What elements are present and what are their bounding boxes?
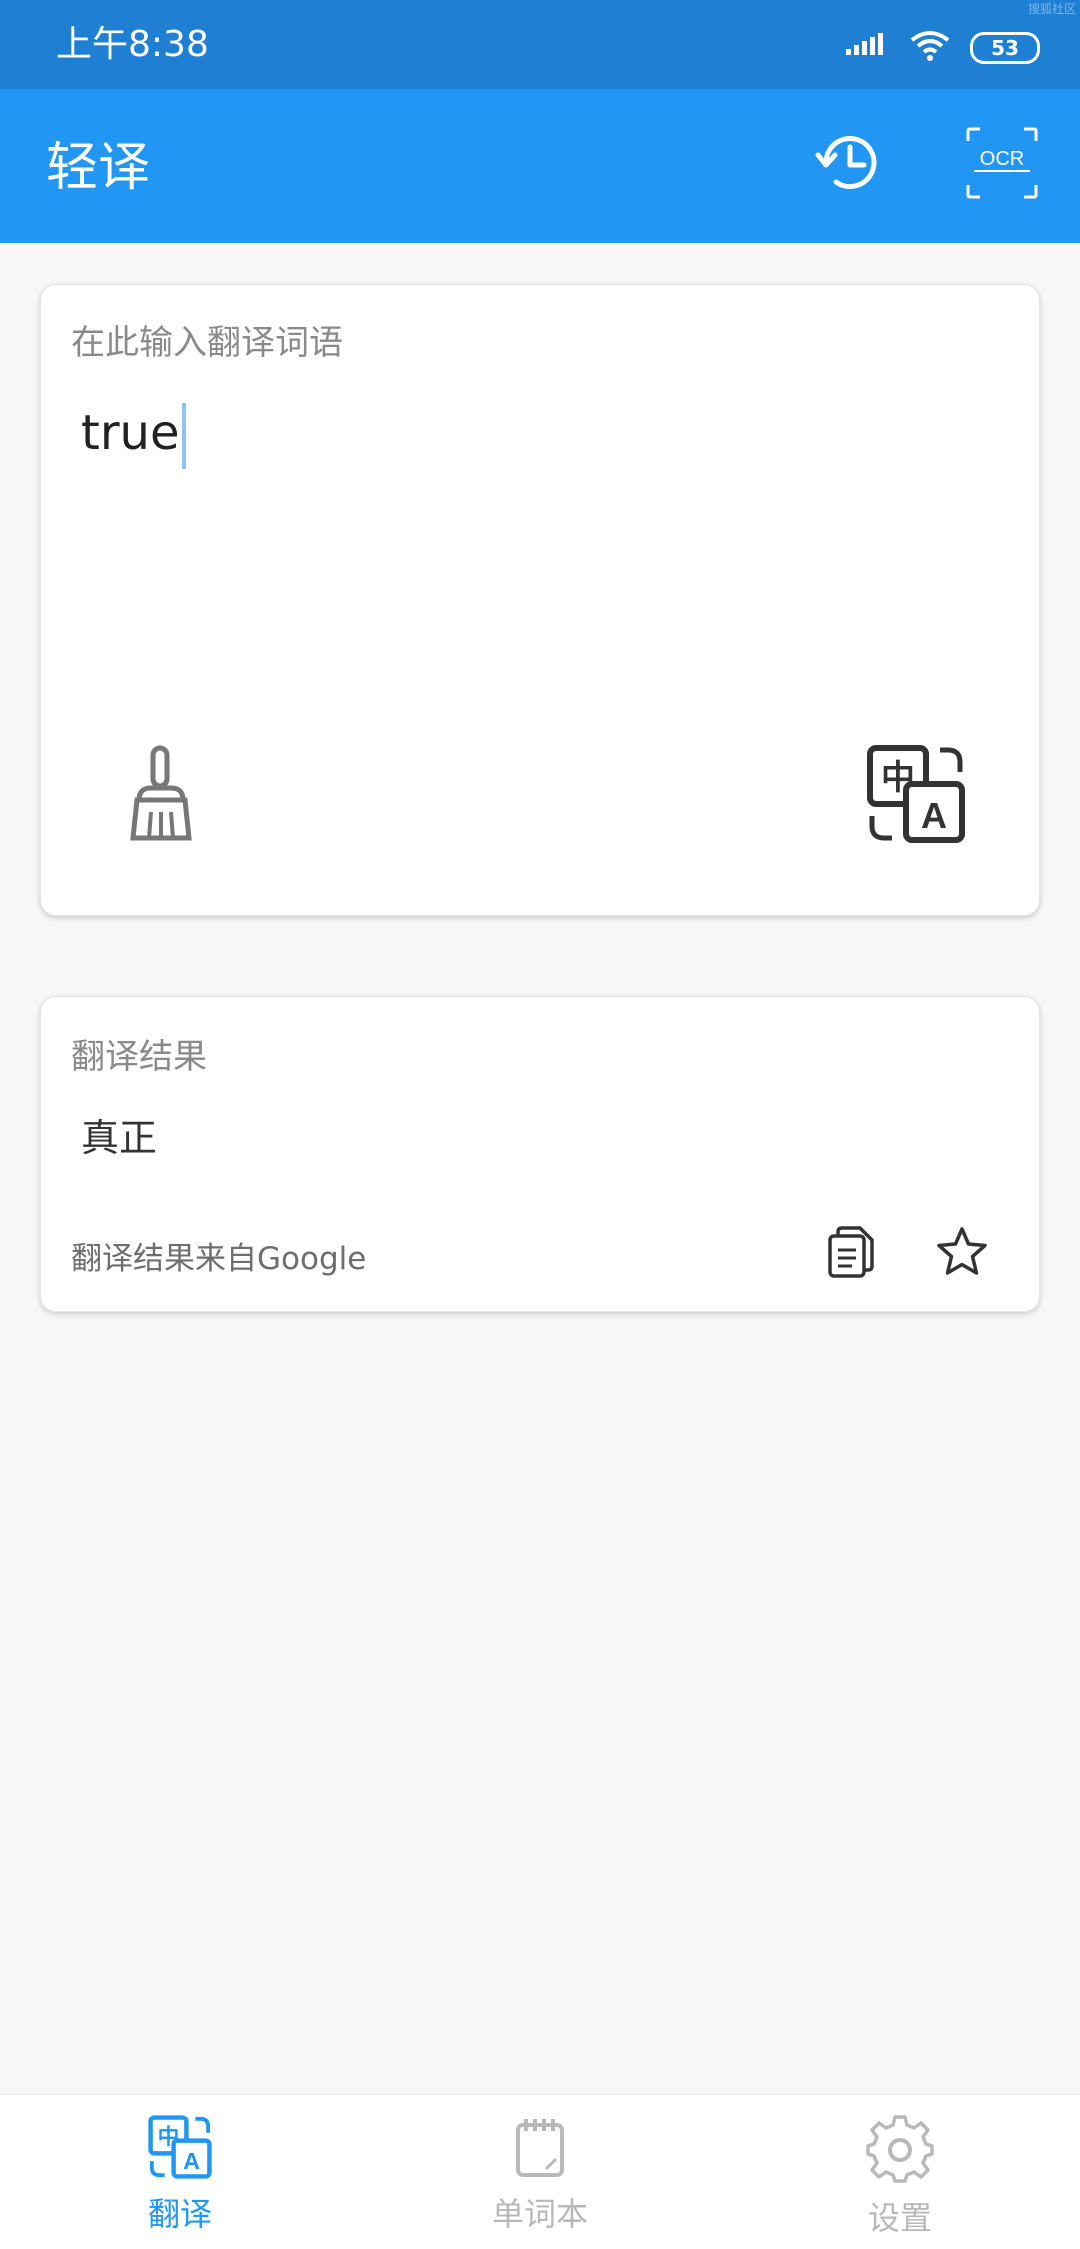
nav-item-notebook[interactable]: 单词本 bbox=[440, 2115, 640, 2245]
nav-item-translate[interactable]: 中 A 翻译 bbox=[80, 2115, 280, 2245]
input-card: 在此输入翻译词语 true 中 A bbox=[40, 284, 1040, 916]
input-placeholder-label: 在此输入翻译词语 bbox=[71, 323, 343, 363]
star-icon bbox=[935, 1225, 989, 1283]
signal-icon bbox=[846, 31, 890, 65]
result-source: 翻译结果来自Google bbox=[71, 1241, 367, 1277]
translate-input[interactable]: true bbox=[81, 403, 186, 469]
nav-label-notebook: 单词本 bbox=[491, 2195, 588, 2233]
status-time: 上午8:38 bbox=[56, 24, 209, 65]
translate-icon: 中 A bbox=[148, 2115, 212, 2183]
text-caret bbox=[181, 403, 186, 469]
nav-label-settings: 设置 bbox=[867, 2199, 932, 2237]
status-bar: 上午8:38 搜狐社区 53 bbox=[0, 0, 1080, 89]
app-title: 轻译 bbox=[46, 138, 151, 198]
bottom-nav: 中 A 翻译 单词本 设置 bbox=[0, 2094, 1080, 2249]
nav-item-settings[interactable]: 设置 bbox=[800, 2115, 1000, 2245]
svg-text:A: A bbox=[183, 2148, 200, 2174]
ocr-scan-icon: OCR bbox=[964, 125, 1040, 205]
ocr-button[interactable]: OCR bbox=[962, 125, 1042, 205]
svg-text:OCR: OCR bbox=[980, 148, 1024, 170]
copy-icon bbox=[824, 1224, 880, 1284]
translate-button[interactable]: 中 A bbox=[861, 741, 971, 851]
result-card: 翻译结果 真正 翻译结果来自Google bbox=[40, 996, 1040, 1312]
broom-icon bbox=[121, 744, 201, 848]
input-value: true bbox=[81, 405, 180, 461]
nav-label-translate: 翻译 bbox=[147, 2195, 212, 2233]
history-button[interactable] bbox=[810, 125, 890, 205]
watermark: 搜狐社区 bbox=[1027, 2, 1076, 16]
status-icons: 53 bbox=[846, 28, 1040, 68]
history-icon bbox=[812, 125, 888, 205]
result-text: 真正 bbox=[81, 1116, 158, 1160]
app-bar: 轻译 OCR bbox=[0, 89, 1080, 243]
clear-button[interactable] bbox=[111, 741, 211, 851]
favorite-button[interactable] bbox=[927, 1219, 997, 1289]
translate-icon: 中 A bbox=[866, 744, 966, 848]
copy-button[interactable] bbox=[817, 1219, 887, 1289]
result-label: 翻译结果 bbox=[71, 1037, 207, 1077]
notebook-icon bbox=[508, 2115, 572, 2183]
battery-indicator: 53 bbox=[970, 32, 1040, 64]
svg-text:A: A bbox=[921, 795, 947, 836]
wifi-icon bbox=[910, 30, 950, 66]
gear-icon bbox=[866, 2115, 934, 2187]
